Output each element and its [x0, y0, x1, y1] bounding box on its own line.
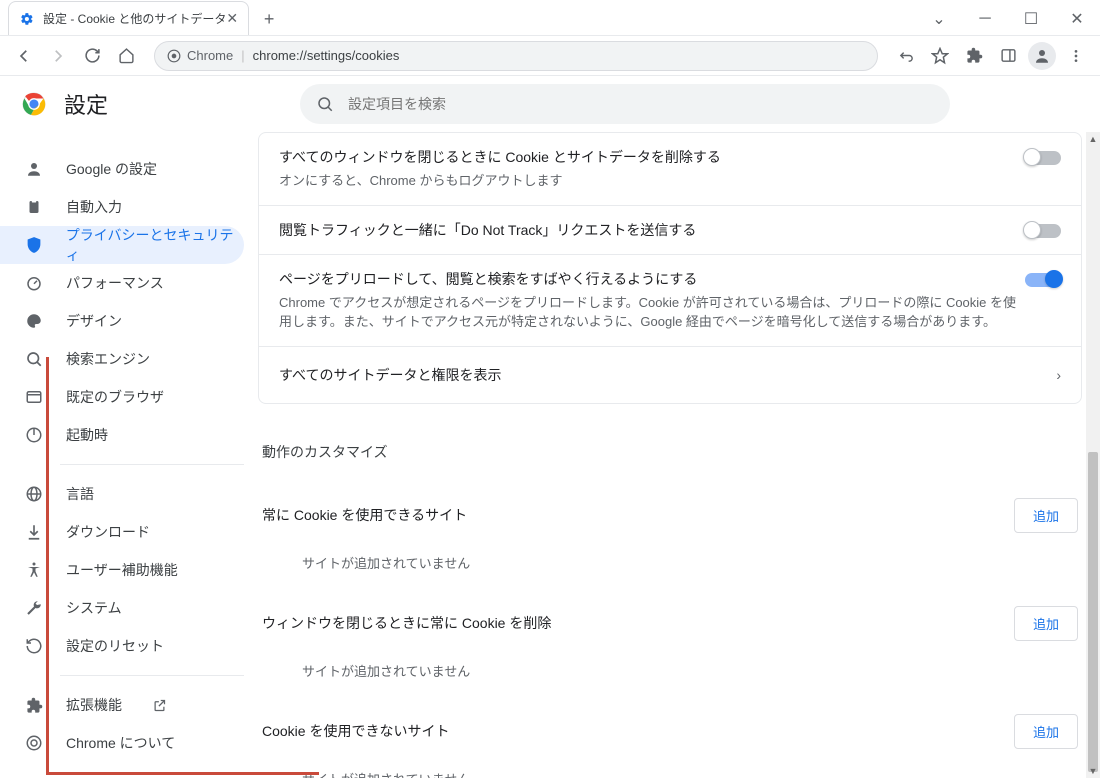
profile-icon[interactable]: [1028, 42, 1056, 70]
sidebar-item-label: 拡張機能: [66, 695, 122, 715]
page-title: 設定: [64, 88, 108, 120]
external-link-icon: [152, 698, 167, 713]
sidebar-item-google[interactable]: Google の設定: [0, 150, 244, 188]
new-tab-button[interactable]: +: [255, 5, 283, 33]
sidebar-item-system[interactable]: システム: [0, 589, 244, 627]
add-button-clear[interactable]: 追加: [1014, 606, 1078, 641]
sidebar-item-label: Google の設定: [66, 159, 157, 179]
main-panel: すべてのウィンドウを閉じるときに Cookie とサイトデータを削除するオンにす…: [258, 132, 1100, 778]
sidebar-item-label: 検索エンジン: [66, 349, 150, 369]
window-close-icon[interactable]: ✕: [1054, 3, 1100, 35]
sidebar-item-label: ユーザー補助機能: [66, 560, 178, 580]
sidebar-item-label: デザイン: [66, 311, 122, 331]
toggle-preload[interactable]: [1025, 273, 1061, 287]
wrench-icon: [24, 599, 44, 617]
sidebar-item-about[interactable]: Chrome について: [0, 724, 244, 762]
sidebar-item-label: 設定のリセット: [66, 636, 164, 656]
empty-message: サイトが追加されていません: [262, 759, 1078, 778]
sidebar-item-download[interactable]: ダウンロード: [0, 513, 244, 551]
toggle-dnt[interactable]: [1025, 224, 1061, 238]
sidebar-item-design[interactable]: デザイン: [0, 302, 244, 340]
setting-close-delete: すべてのウィンドウを閉じるときに Cookie とサイトデータを削除するオンにす…: [259, 133, 1081, 206]
empty-message: サイトが追加されていません: [262, 543, 1078, 596]
scrollbar-thumb[interactable]: [1088, 452, 1098, 772]
palette-icon: [24, 312, 44, 330]
toggle-close-delete[interactable]: [1025, 151, 1061, 165]
browser-tab[interactable]: 設定 - Cookie と他のサイトデータ ✕: [8, 1, 249, 35]
behavior-block: Cookie を使用できないサイト 追加: [262, 704, 1078, 759]
reset-icon: [24, 637, 44, 655]
sidebar: Google の設定 自動入力 プライバシーとセキュリティ パフォーマンス デザ…: [0, 132, 258, 778]
tab-title: 設定 - Cookie と他のサイトデータ: [43, 10, 226, 27]
setting-preload: ページをプリロードして、閲覧と検索をすばやく行えるようにするChrome でアク…: [259, 255, 1081, 347]
accessibility-icon: [24, 561, 44, 579]
download-icon: [24, 523, 44, 541]
scroll-down-icon[interactable]: ▼: [1086, 764, 1100, 778]
section-label: 動作のカスタマイズ: [258, 424, 1082, 472]
window-maximize-icon[interactable]: ☐: [1008, 3, 1054, 35]
sidebar-item-label: パフォーマンス: [66, 273, 164, 293]
sidebar-item-label: 自動入力: [66, 197, 122, 217]
extensions-icon[interactable]: [960, 42, 988, 70]
search-icon: [24, 350, 44, 368]
chrome-logo-icon: [22, 92, 46, 116]
shield-icon: [24, 236, 44, 254]
gear-icon: [19, 11, 35, 27]
browser-icon: [24, 388, 44, 406]
sidebar-item-label: 言語: [66, 484, 94, 504]
sidebar-item-extensions[interactable]: 拡張機能: [0, 686, 244, 724]
sidebar-item-label: 起動時: [66, 425, 108, 445]
forward-button[interactable]: [44, 42, 72, 70]
back-button[interactable]: [10, 42, 38, 70]
add-button-block[interactable]: 追加: [1014, 714, 1078, 749]
share-icon[interactable]: [892, 42, 920, 70]
search-input[interactable]: [348, 96, 934, 112]
puzzle-icon: [24, 697, 44, 714]
sidepanel-icon[interactable]: [994, 42, 1022, 70]
window-dropdown-icon[interactable]: ⌄: [916, 3, 962, 35]
url-text: chrome://settings/cookies: [253, 48, 400, 63]
chrome-icon: [24, 734, 44, 752]
sidebar-item-label: Chrome について: [66, 733, 175, 753]
link-all-site-data[interactable]: すべてのサイトデータと権限を表示 ›: [259, 347, 1081, 403]
sidebar-item-language[interactable]: 言語: [0, 475, 244, 513]
search-icon: [316, 95, 334, 113]
clipboard-icon: [24, 198, 44, 216]
window-minimize-icon[interactable]: ─: [962, 3, 1008, 35]
bookmark-icon[interactable]: [926, 42, 954, 70]
globe-icon: [24, 485, 44, 503]
site-chip: Chrome: [167, 48, 233, 63]
sidebar-item-autofill[interactable]: 自動入力: [0, 188, 244, 226]
reload-button[interactable]: [78, 42, 106, 70]
person-icon: [24, 160, 44, 178]
power-icon: [24, 426, 44, 444]
scroll-up-icon[interactable]: ▲: [1086, 132, 1100, 146]
setting-dnt: 閲覧トラフィックと一緒に「Do Not Track」リクエストを送信する: [259, 206, 1081, 255]
close-tab-icon[interactable]: ✕: [226, 10, 238, 27]
sidebar-item-label: プライバシーとセキュリティ: [66, 225, 244, 265]
settings-search[interactable]: [300, 84, 950, 124]
sidebar-item-label: 既定のブラウザ: [66, 387, 164, 407]
sidebar-item-startup[interactable]: 起動時: [0, 416, 244, 454]
sidebar-item-accessibility[interactable]: ユーザー補助機能: [0, 551, 244, 589]
page-scrollbar[interactable]: ▲ ▼: [1086, 132, 1100, 778]
behavior-allow: 常に Cookie を使用できるサイト 追加: [262, 488, 1078, 543]
sidebar-item-label: ダウンロード: [66, 522, 150, 542]
sidebar-item-default-browser[interactable]: 既定のブラウザ: [0, 378, 244, 416]
behavior-clear-on-close: ウィンドウを閉じるときに常に Cookie を削除 追加: [262, 596, 1078, 651]
sidebar-item-privacy[interactable]: プライバシーとセキュリティ: [0, 226, 244, 264]
chevron-right-icon: ›: [1056, 367, 1061, 383]
sidebar-item-performance[interactable]: パフォーマンス: [0, 264, 244, 302]
empty-message: サイトが追加されていません: [262, 651, 1078, 704]
sidebar-item-label: システム: [66, 598, 122, 618]
menu-icon[interactable]: [1062, 42, 1090, 70]
home-button[interactable]: [112, 42, 140, 70]
speed-icon: [24, 274, 44, 292]
add-button-allow[interactable]: 追加: [1014, 498, 1078, 533]
sidebar-item-reset[interactable]: 設定のリセット: [0, 627, 244, 665]
address-bar[interactable]: Chrome | chrome://settings/cookies: [154, 41, 878, 71]
sidebar-item-search[interactable]: 検索エンジン: [0, 340, 244, 378]
